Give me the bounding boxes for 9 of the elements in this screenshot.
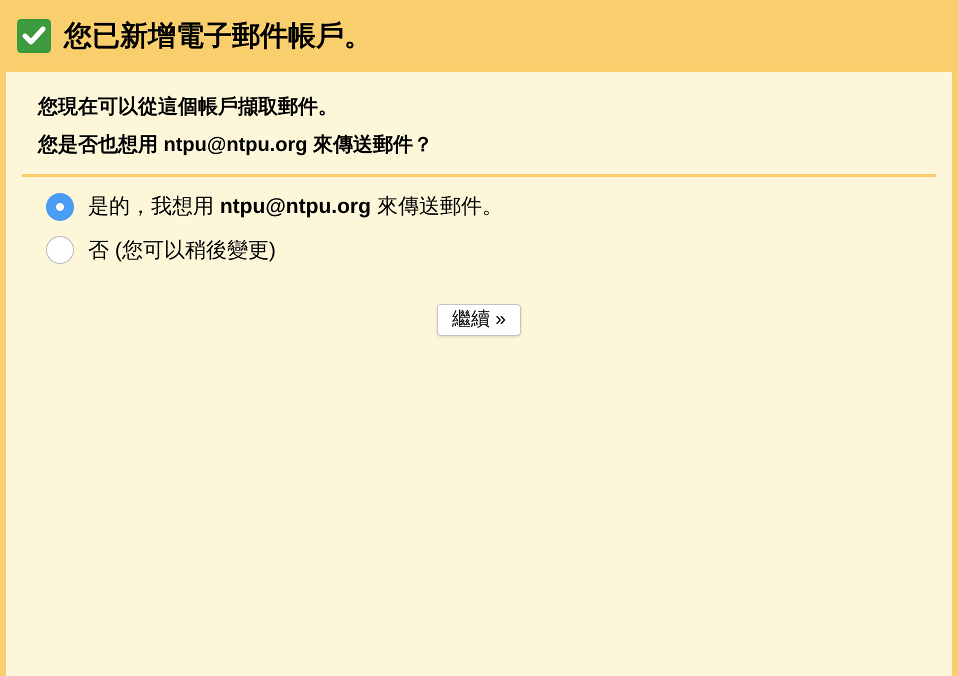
radio-button[interactable] [46, 236, 74, 264]
message-text: 您是否也想用 ntpu@ntpu.org 來傳送郵件？ [38, 133, 434, 158]
message-text: 您現在可以從這個帳戶擷取郵件。 [38, 94, 339, 120]
header-title: 您已新增電子郵件帳戶。 [64, 19, 372, 53]
radio-label[interactable]: 是的，我想用 ntpu@ntpu.org 來傳送郵件。 [88, 191, 503, 222]
radio-button[interactable] [46, 192, 74, 221]
continue-button[interactable]: 繼續 » [437, 304, 521, 336]
checkmark-icon [16, 18, 52, 54]
radio-label[interactable]: 否 (您可以稍後變更) [88, 234, 276, 266]
